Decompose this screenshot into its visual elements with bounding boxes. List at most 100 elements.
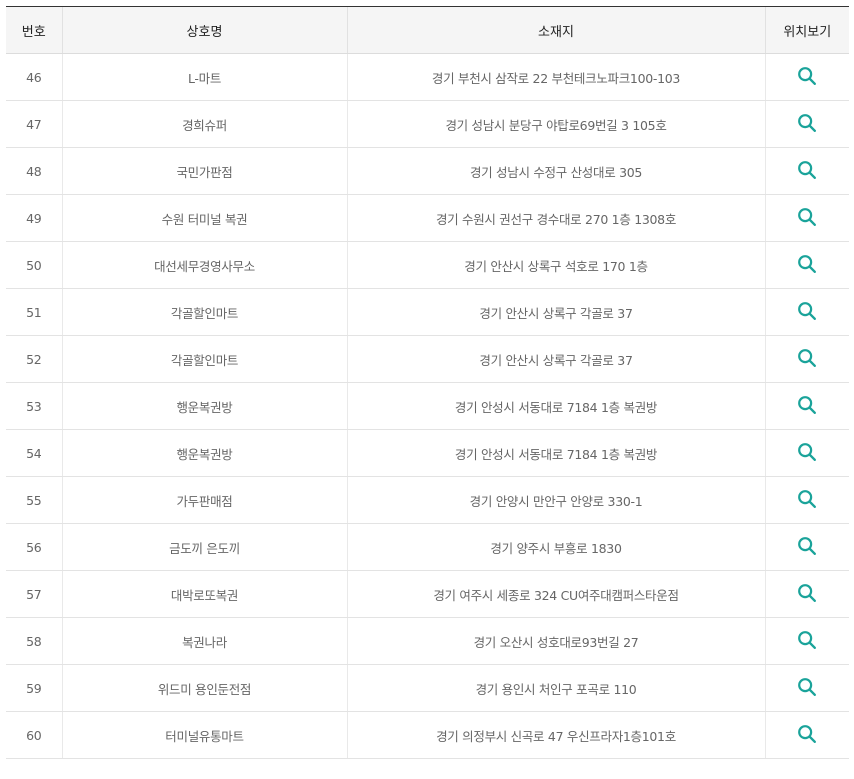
- store-name: 각골할인마트: [61, 288, 347, 336]
- store-name: 가두판매점: [61, 476, 347, 524]
- table-header-row: 번호 상호명 소재지 위치보기: [6, 6, 849, 54]
- store-list-table: 번호 상호명 소재지 위치보기 46 L-마트 경기 부천시 삼작로 22 부천테크…: [6, 6, 849, 759]
- view-location-cell: [764, 617, 849, 665]
- search-icon: [798, 67, 817, 85]
- store-address: 경기 부천시 삼작로 22 부천테크노파크100-103: [346, 53, 765, 101]
- view-location-cell: [764, 194, 849, 242]
- table-body: 46 L-마트 경기 부천시 삼작로 22 부천테크노파크100-103 47 경희슈퍼…: [6, 53, 849, 759]
- store-name: L-마트: [61, 53, 347, 101]
- table-header: 번호 상호명 소재지 위치보기: [6, 6, 849, 54]
- search-icon: [798, 490, 817, 508]
- view-location-button[interactable]: [795, 394, 819, 418]
- search-icon: [798, 161, 817, 179]
- row-number: 54: [6, 429, 62, 477]
- column-header-store-name: 상호명: [61, 6, 347, 54]
- store-name: 수원 터미널 복권: [61, 194, 347, 242]
- view-location-button[interactable]: [795, 112, 819, 136]
- store-name: 각골할인마트: [61, 335, 347, 383]
- view-location-button[interactable]: [795, 65, 819, 89]
- view-location-cell: [764, 476, 849, 524]
- view-location-button[interactable]: [795, 676, 819, 700]
- store-address: 경기 안성시 서동대로 7184 1층 복권방: [346, 429, 765, 477]
- search-icon: [798, 584, 817, 602]
- table-row: 47 경희슈퍼 경기 성남시 분당구 야탑로69번길 3 105호: [6, 100, 849, 148]
- table-row: 48 국민가판점 경기 성남시 수정구 산성대로 305: [6, 147, 849, 195]
- row-number: 51: [6, 288, 62, 336]
- store-address: 경기 용인시 처인구 포곡로 110: [346, 664, 765, 712]
- row-number: 53: [6, 382, 62, 430]
- search-icon: [798, 255, 817, 273]
- search-icon: [798, 208, 817, 226]
- row-number: 47: [6, 100, 62, 148]
- table-row: 54 행운복권방 경기 안성시 서동대로 7184 1층 복권방: [6, 429, 849, 477]
- view-location-cell: [764, 429, 849, 477]
- view-location-button[interactable]: [795, 723, 819, 747]
- store-name: 행운복권방: [61, 382, 347, 430]
- search-icon: [798, 349, 817, 367]
- table-row: 56 금도끼 은도끼 경기 양주시 부흥로 1830: [6, 523, 849, 571]
- view-location-button[interactable]: [795, 629, 819, 653]
- column-header-number: 번호: [6, 6, 62, 54]
- view-location-cell: [764, 241, 849, 289]
- table-row: 55 가두판매점 경기 안양시 만안구 안양로 330-1: [6, 476, 849, 524]
- row-number: 52: [6, 335, 62, 383]
- store-address: 경기 여주시 세종로 324 CU여주대캠퍼스타운점: [346, 570, 765, 618]
- store-address: 경기 의정부시 신곡로 47 우신프라자1층101호: [346, 711, 765, 759]
- row-number: 60: [6, 711, 62, 759]
- view-location-cell: [764, 664, 849, 712]
- row-number: 57: [6, 570, 62, 618]
- row-number: 58: [6, 617, 62, 665]
- search-icon: [798, 302, 817, 320]
- search-icon: [798, 725, 817, 743]
- view-location-button[interactable]: [795, 159, 819, 183]
- view-location-cell: [764, 523, 849, 571]
- store-address: 경기 수원시 권선구 경수대로 270 1층 1308호: [346, 194, 765, 242]
- table-row: 50 대선세무경영사무소 경기 안산시 상록구 석호로 170 1층: [6, 241, 849, 289]
- column-header-address: 소재지: [346, 6, 765, 54]
- search-icon: [798, 114, 817, 132]
- store-name: 복권나라: [61, 617, 347, 665]
- view-location-button[interactable]: [795, 253, 819, 277]
- row-number: 46: [6, 53, 62, 101]
- view-location-cell: [764, 711, 849, 759]
- search-icon: [798, 443, 817, 461]
- view-location-button[interactable]: [795, 347, 819, 371]
- row-number: 48: [6, 147, 62, 195]
- view-location-cell: [764, 53, 849, 101]
- row-number: 50: [6, 241, 62, 289]
- table-row: 53 행운복권방 경기 안성시 서동대로 7184 1층 복권방: [6, 382, 849, 430]
- view-location-button[interactable]: [795, 206, 819, 230]
- store-name: 국민가판점: [61, 147, 347, 195]
- store-address: 경기 안양시 만안구 안양로 330-1: [346, 476, 765, 524]
- store-name: 터미널유통마트: [61, 711, 347, 759]
- store-address: 경기 양주시 부흥로 1830: [346, 523, 765, 571]
- view-location-button[interactable]: [795, 535, 819, 559]
- table-row: 58 복권나라 경기 오산시 성호대로93번길 27: [6, 617, 849, 665]
- store-name: 위드미 용인둔전점: [61, 664, 347, 712]
- search-icon: [798, 631, 817, 649]
- store-address: 경기 안성시 서동대로 7184 1층 복권방: [346, 382, 765, 430]
- view-location-cell: [764, 147, 849, 195]
- search-icon: [798, 678, 817, 696]
- search-icon: [798, 396, 817, 414]
- store-address: 경기 안산시 상록구 각골로 37: [346, 335, 765, 383]
- store-address: 경기 안산시 상록구 각골로 37: [346, 288, 765, 336]
- row-number: 49: [6, 194, 62, 242]
- view-location-button[interactable]: [795, 300, 819, 324]
- table-row: 60 터미널유통마트 경기 의정부시 신곡로 47 우신프라자1층101호: [6, 711, 849, 759]
- table-row: 57 대박로또복권 경기 여주시 세종로 324 CU여주대캠퍼스타운점: [6, 570, 849, 618]
- table-row: 46 L-마트 경기 부천시 삼작로 22 부천테크노파크100-103: [6, 53, 849, 101]
- store-address: 경기 성남시 수정구 산성대로 305: [346, 147, 765, 195]
- view-location-button[interactable]: [795, 441, 819, 465]
- view-location-button[interactable]: [795, 582, 819, 606]
- table-row: 51 각골할인마트 경기 안산시 상록구 각골로 37: [6, 288, 849, 336]
- view-location-cell: [764, 382, 849, 430]
- view-location-cell: [764, 335, 849, 383]
- store-name: 경희슈퍼: [61, 100, 347, 148]
- row-number: 55: [6, 476, 62, 524]
- store-address: 경기 오산시 성호대로93번길 27: [346, 617, 765, 665]
- view-location-button[interactable]: [795, 488, 819, 512]
- view-location-cell: [764, 288, 849, 336]
- table-row: 59 위드미 용인둔전점 경기 용인시 처인구 포곡로 110: [6, 664, 849, 712]
- store-name: 금도끼 은도끼: [61, 523, 347, 571]
